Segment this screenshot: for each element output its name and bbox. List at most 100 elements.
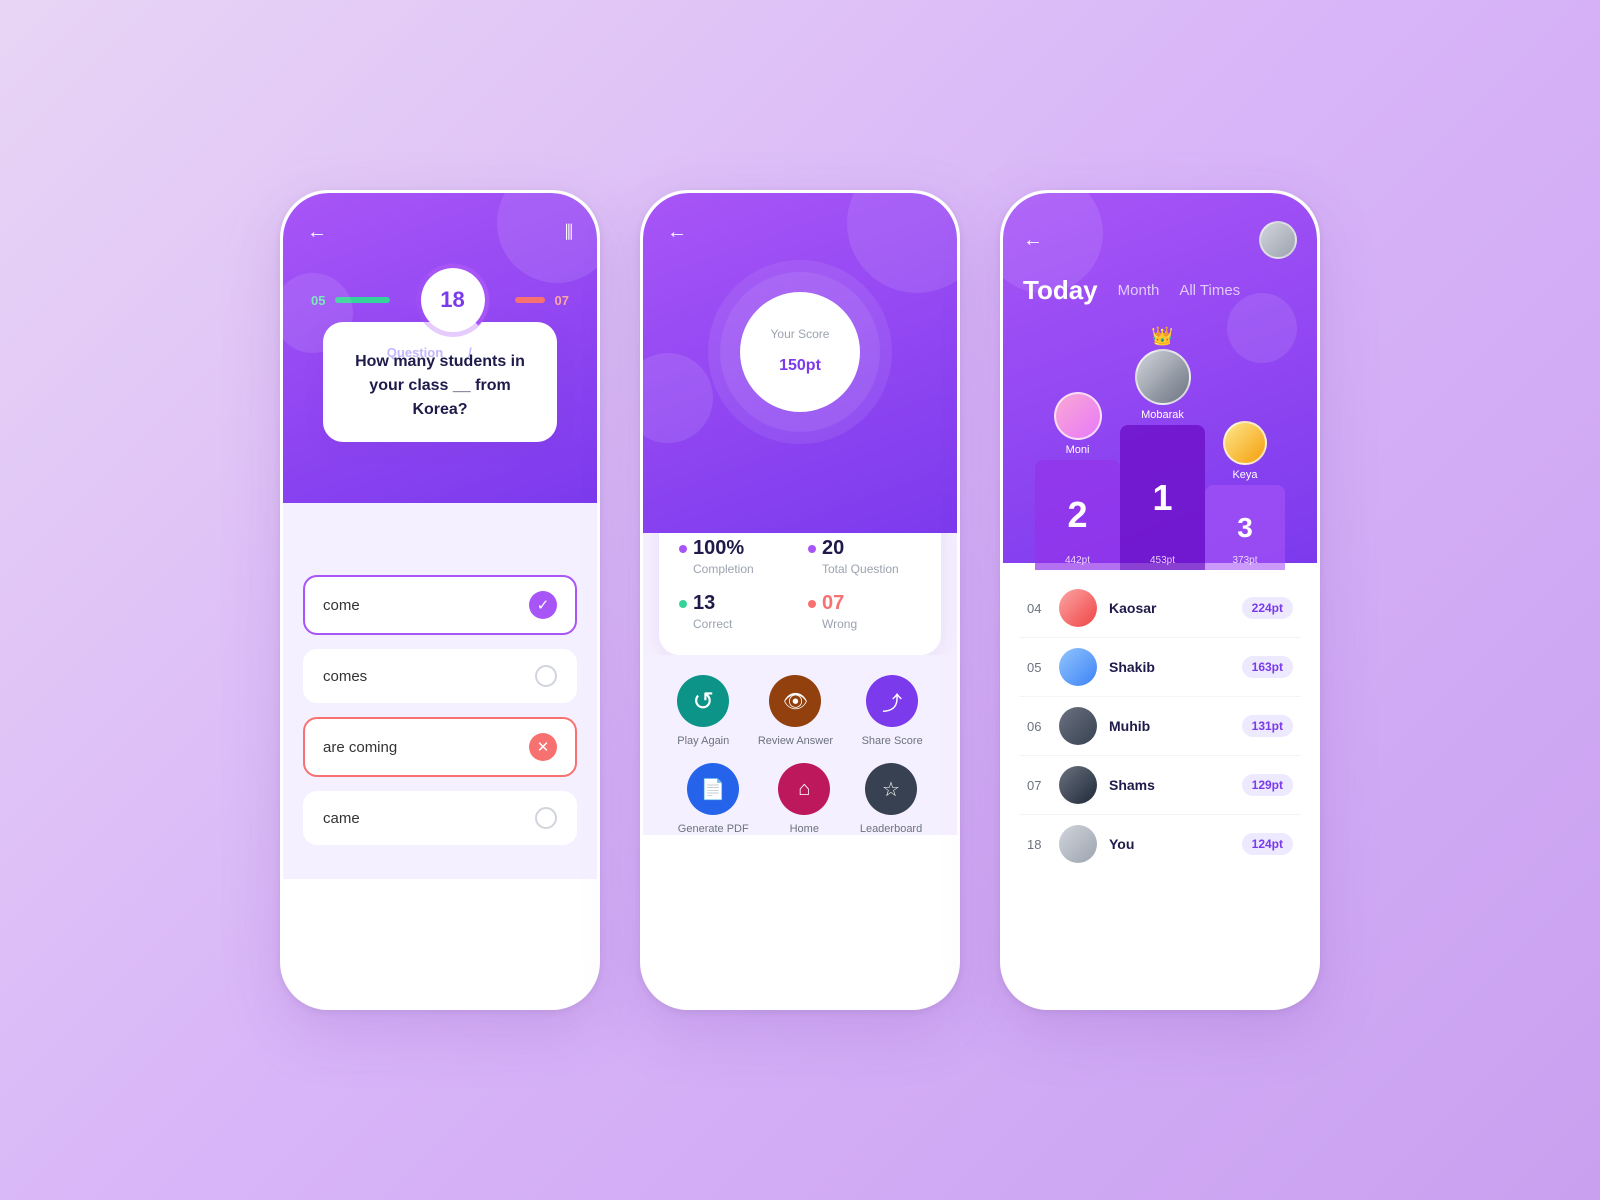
- leaderboard-label: Leaderboard: [860, 823, 922, 835]
- podium-pts-keya: 373pt: [1232, 555, 1257, 566]
- score-value: 150pt: [779, 341, 821, 378]
- stat-total-label: Total Question: [822, 562, 921, 576]
- lb-rank-shakib: 05: [1027, 660, 1047, 675]
- lb-name-shakib: Shakib: [1109, 659, 1230, 675]
- stat-wrong-label: Wrong: [822, 617, 921, 631]
- crown-icon: 👑: [1151, 326, 1173, 347]
- answer-option-came[interactable]: came: [303, 791, 577, 845]
- dot-wrong: [808, 600, 816, 608]
- phone-score: ← Your Score 150pt 100% Completion: [640, 190, 960, 1010]
- leaderboard-icon: ☆: [865, 763, 917, 815]
- lb-name-kaosar: Kaosar: [1109, 600, 1230, 616]
- lb-avatar-shams: [1059, 766, 1097, 804]
- score-header: ← Your Score 150pt: [643, 193, 957, 533]
- radio-came: [535, 807, 557, 829]
- back-button[interactable]: ←: [307, 221, 327, 244]
- stats-grid: 100% Completion 20 Total Question 13 Cor…: [679, 537, 921, 631]
- question-card: How many students in your class __ from …: [323, 322, 557, 442]
- answer-option-come[interactable]: come ✓: [303, 575, 577, 635]
- review-answer-button[interactable]: 👁 Review Answer: [758, 675, 833, 747]
- lb-row-shams: 07 Shams 129pt: [1019, 756, 1301, 815]
- stat-total: 20 Total Question: [808, 537, 921, 576]
- podium-3rd: Keya 3 373pt: [1205, 421, 1285, 570]
- phone-quiz: ← ⫼ 05 18 07 Question 13 / 20: [280, 190, 600, 1010]
- share-score-icon: ⤴: [866, 675, 918, 727]
- dot-total: [808, 545, 816, 553]
- score-number: 150: [779, 357, 806, 374]
- option-text-comes: comes: [323, 668, 367, 685]
- home-icon: ⌂: [778, 763, 830, 815]
- play-again-button[interactable]: ↺ Play Again: [677, 675, 729, 747]
- podium-bar-1st: 1 453pt: [1120, 425, 1205, 570]
- stat-wrong-val: 07: [822, 592, 844, 615]
- lb-back-button[interactable]: ←: [1023, 229, 1043, 252]
- podium-name-moni: Moni: [1066, 444, 1090, 456]
- lb-rank-muhib: 06: [1027, 719, 1047, 734]
- phone-leaderboard: ← Today Month All Times Moni 2 442pt: [1000, 190, 1320, 1010]
- podium-rank-3: 3: [1237, 512, 1253, 544]
- stat-completion-val: 100%: [693, 537, 744, 560]
- podium-avatar-keya: [1223, 421, 1267, 465]
- answer-option-comes[interactable]: comes: [303, 649, 577, 703]
- score-unit: pt: [806, 357, 821, 374]
- score-circle-inner: Your Score 150pt: [740, 292, 860, 412]
- dot-completion: [679, 545, 687, 553]
- score-circle-outer: Your Score 150pt: [720, 272, 880, 432]
- stat-correct: 13 Correct: [679, 592, 792, 631]
- score-nav: ←: [667, 221, 933, 244]
- play-again-icon: ↺: [677, 675, 729, 727]
- tab-month[interactable]: Month: [1118, 282, 1160, 299]
- podium-2nd: Moni 2 442pt: [1035, 392, 1120, 570]
- actions-area: ↺ Play Again 👁 Review Answer ⤴ Share Sco…: [643, 655, 957, 835]
- share-score-button[interactable]: ⤴ Share Score: [862, 675, 923, 747]
- leaderboard-button[interactable]: ☆ Leaderboard: [860, 763, 922, 835]
- tab-alltime[interactable]: All Times: [1179, 282, 1240, 299]
- podium: Moni 2 442pt 👑 Mobarak 1 453pt: [1023, 326, 1297, 570]
- red-progress-bar: [515, 297, 545, 303]
- lb-avatar-muhib: [1059, 707, 1097, 745]
- quiz-body: come ✓ comes are coming ✕ came: [283, 503, 597, 879]
- tab-today[interactable]: Today: [1023, 275, 1098, 306]
- timer-circle: 18: [421, 268, 485, 332]
- podium-rank-1: 1: [1152, 477, 1172, 519]
- score-right: 07: [555, 293, 569, 308]
- wrong-icon: ✕: [529, 733, 557, 761]
- generate-pdf-button[interactable]: 📄 Generate PDF: [678, 763, 749, 835]
- radio-comes: [535, 665, 557, 687]
- generate-pdf-icon: 📄: [687, 763, 739, 815]
- home-button[interactable]: ⌂ Home: [778, 763, 830, 835]
- podium-pts-moni: 442pt: [1065, 555, 1090, 566]
- lb-name-shams: Shams: [1109, 777, 1230, 793]
- stat-total-val: 20: [822, 537, 844, 560]
- lb-pts-shakib: 163pt: [1242, 656, 1293, 678]
- lb-avatar-you: [1059, 825, 1097, 863]
- leaderboard-nav: ←: [1023, 221, 1297, 259]
- podium-pts-mobarak: 453pt: [1150, 555, 1175, 566]
- answer-option-are-coming[interactable]: are coming ✕: [303, 717, 577, 777]
- review-answer-label: Review Answer: [758, 735, 833, 747]
- dot-correct: [679, 600, 687, 608]
- review-answer-icon: 👁: [769, 675, 821, 727]
- lb-name-muhib: Muhib: [1109, 718, 1230, 734]
- question-text: How many students in your class __ from …: [343, 350, 537, 422]
- podium-name-keya: Keya: [1232, 469, 1257, 481]
- lb-rank-kaosar: 04: [1027, 601, 1047, 616]
- stat-completion: 100% Completion: [679, 537, 792, 576]
- lb-avatar-kaosar: [1059, 589, 1097, 627]
- lb-rank-shams: 07: [1027, 778, 1047, 793]
- phones-container: ← ⫼ 05 18 07 Question 13 / 20: [280, 190, 1320, 1010]
- lb-row-kaosar: 04 Kaosar 224pt: [1019, 579, 1301, 638]
- lb-name-you: You: [1109, 836, 1230, 852]
- check-icon: ✓: [529, 591, 557, 619]
- play-again-label: Play Again: [677, 735, 729, 747]
- option-text-come: come: [323, 597, 360, 614]
- filter-icon[interactable]: ⫼: [565, 222, 573, 243]
- lb-pts-muhib: 131pt: [1242, 715, 1293, 737]
- tab-row: Today Month All Times: [1023, 275, 1297, 306]
- actions-row-1: ↺ Play Again 👁 Review Answer ⤴ Share Sco…: [663, 675, 937, 747]
- lb-row-you: 18 You 124pt: [1019, 815, 1301, 873]
- score-back-button[interactable]: ←: [667, 221, 687, 244]
- stats-card: 100% Completion 20 Total Question 13 Cor…: [659, 513, 941, 655]
- score-left: 05: [311, 293, 325, 308]
- home-label: Home: [790, 823, 819, 835]
